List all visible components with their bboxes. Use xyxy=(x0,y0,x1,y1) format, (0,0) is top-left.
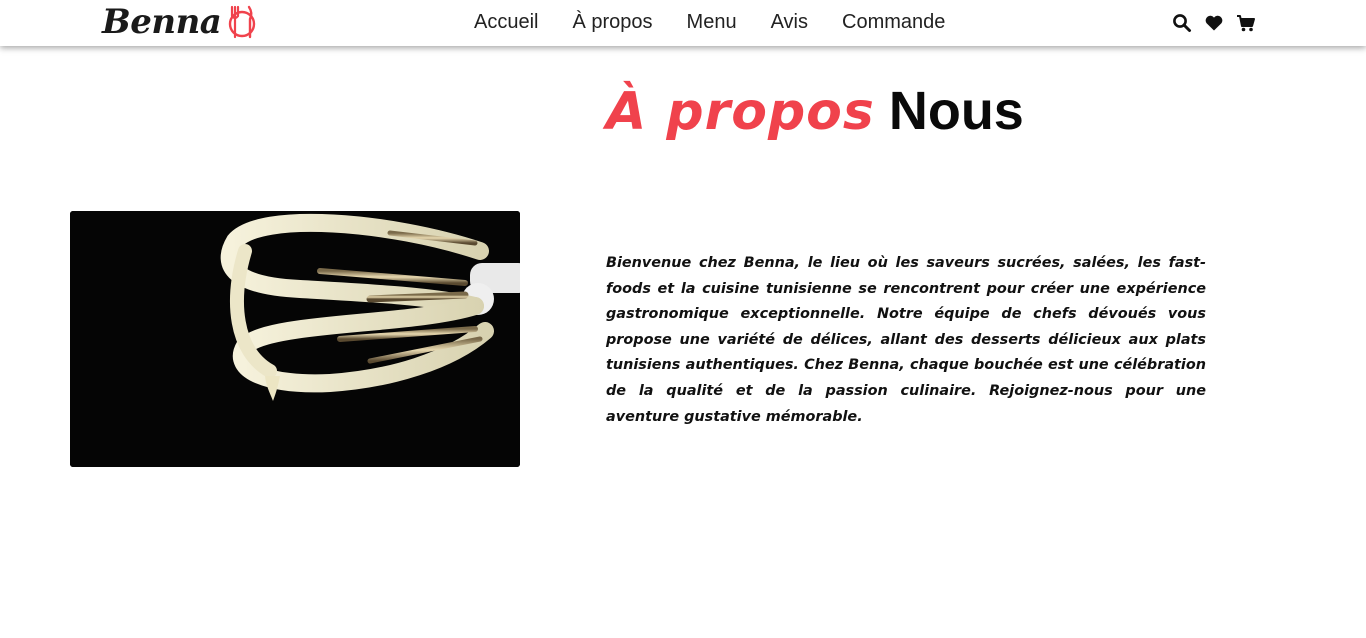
fork-knife-plate-icon xyxy=(229,5,256,39)
brand-logo[interactable]: Benna xyxy=(102,2,257,42)
search-icon[interactable] xyxy=(1172,13,1192,33)
nav-link-a-propos[interactable]: À propos xyxy=(572,11,652,34)
brand-name: Benna xyxy=(102,2,222,42)
about-text: Bienvenue chez Benna, le lieu où les sav… xyxy=(606,255,1206,425)
cart-icon[interactable] xyxy=(1236,13,1256,33)
heart-icon[interactable] xyxy=(1204,13,1224,33)
about-image xyxy=(70,211,520,467)
navbar: Benna Accueil À propos Menu Avis Command… xyxy=(0,0,1366,46)
nav-link-avis[interactable]: Avis xyxy=(771,11,808,34)
nav-icons xyxy=(1172,11,1268,35)
nav-link-menu[interactable]: Menu xyxy=(687,11,737,34)
whisk-with-cream-image xyxy=(70,211,520,467)
heading-main: Nous xyxy=(888,81,1024,141)
main-nav: Accueil À propos Menu Avis Commande xyxy=(474,0,979,44)
about-heading: À propos Nous xyxy=(606,80,1024,142)
nav-link-accueil[interactable]: Accueil xyxy=(474,11,538,34)
heading-accent: À propos xyxy=(606,82,875,142)
nav-link-commande[interactable]: Commande xyxy=(842,11,945,34)
